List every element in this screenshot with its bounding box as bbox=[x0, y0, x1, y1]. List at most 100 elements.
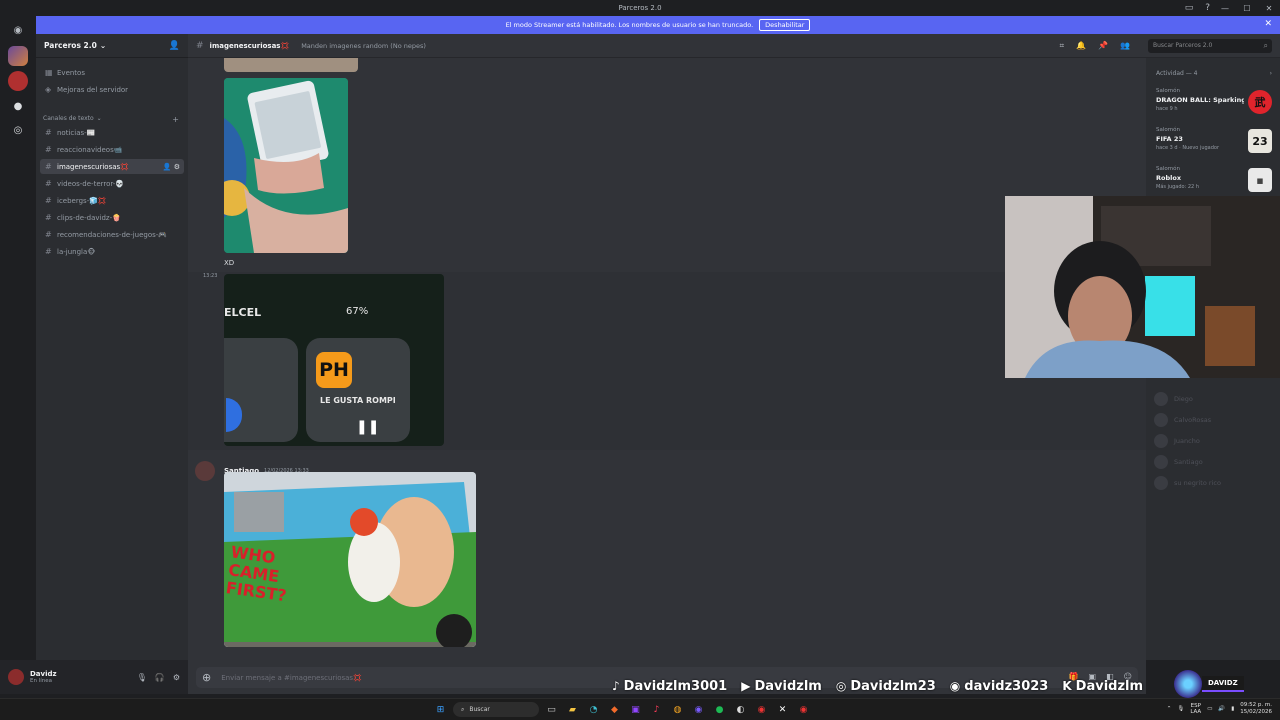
category-header[interactable]: Canales de texto ⌄ + bbox=[43, 115, 179, 124]
chevron-right-icon[interactable]: › bbox=[1270, 70, 1272, 77]
image-attachment[interactable] bbox=[224, 58, 358, 72]
search-input[interactable]: Buscar Parceros 2.0 ⌕ bbox=[1148, 39, 1272, 53]
channel-clips-de-davidz[interactable]: # clips-de-davidz-🍿 bbox=[40, 210, 184, 225]
app-icon-red[interactable]: ◉ bbox=[753, 701, 770, 718]
app-icon[interactable]: ◍ bbox=[669, 701, 686, 718]
channel-label: clips-de-davidz-🍿 bbox=[57, 213, 121, 222]
hash-icon: # bbox=[45, 145, 52, 154]
add-channel-icon[interactable]: + bbox=[172, 115, 179, 124]
battery-icon[interactable]: ▮ bbox=[1231, 706, 1234, 712]
bell-icon[interactable]: 🔔 bbox=[1076, 41, 1086, 51]
time-label: 09:52 p. m. bbox=[1240, 702, 1272, 708]
activity-card[interactable]: Salomón FIFA 23 hace 3 d · Nuevo jugador… bbox=[1156, 127, 1272, 163]
server-icon-parceros[interactable] bbox=[8, 46, 28, 66]
server-icon-2[interactable] bbox=[8, 71, 28, 91]
task-view-icon[interactable]: ▭ bbox=[543, 701, 560, 718]
chevron-down-icon: ⌄ bbox=[96, 115, 102, 122]
clock[interactable]: 09:52 p. m. 15/02/2026 bbox=[1240, 702, 1272, 716]
app-icon: PH bbox=[316, 352, 352, 388]
explore-icon[interactable]: ◎ bbox=[8, 120, 28, 140]
channel-la-jungla[interactable]: # la-jungla🐵 bbox=[40, 244, 184, 259]
edge-icon[interactable]: ◔ bbox=[585, 701, 602, 718]
chevron-up-icon[interactable]: ⌃ bbox=[1167, 706, 1172, 712]
member-name: CalvoRosas bbox=[1174, 416, 1212, 424]
avatar[interactable] bbox=[8, 669, 24, 685]
sidebar-item-label: Mejoras del servidor bbox=[57, 85, 129, 94]
boost-icon: ◈ bbox=[45, 85, 52, 94]
microphone-icon[interactable]: 🎙 bbox=[137, 673, 147, 682]
gear-icon[interactable]: ⚙ bbox=[173, 673, 180, 682]
invite-people-icon[interactable]: 👤 bbox=[169, 41, 180, 51]
hash-icon: # bbox=[45, 247, 52, 256]
add-attachment-icon[interactable]: ⊕ bbox=[202, 671, 211, 684]
sidebar-item-boosts[interactable]: ◈ Mejoras del servidor bbox=[40, 82, 184, 97]
image-attachment[interactable]: ELCEL 67% PH LE GUSTA ROMPI ❚❚ bbox=[224, 274, 444, 446]
channel-icebergs[interactable]: # icebergs-🧊💢 bbox=[40, 193, 184, 208]
avatar[interactable] bbox=[195, 461, 215, 481]
category-label: Canales de texto bbox=[43, 115, 94, 122]
server-header[interactable]: Parceros 2.0 ⌄ 👤 bbox=[36, 34, 188, 58]
inbox-icon[interactable]: ▭ bbox=[1185, 3, 1194, 13]
windows-start-icon[interactable]: ⊞ bbox=[432, 701, 449, 718]
user-name: Davidz bbox=[30, 670, 57, 678]
streamer-brand: DAVIDZ bbox=[1174, 670, 1260, 698]
help-icon[interactable]: ? bbox=[1205, 3, 1210, 13]
brave-icon[interactable]: ◆ bbox=[606, 701, 623, 718]
close-window-button[interactable]: ✕ bbox=[1258, 0, 1280, 16]
sidebar-item-events[interactable]: ▦ Eventos bbox=[40, 65, 184, 80]
channel-imagenescuriosas[interactable]: # imagenescuriosas💢 👤 ⚙ bbox=[40, 159, 184, 174]
threads-icon[interactable]: ⌗ bbox=[1060, 41, 1065, 51]
member-item[interactable]: CalvoRosas bbox=[1154, 413, 1211, 427]
disable-streamer-button[interactable]: Deshabilitar bbox=[759, 19, 811, 31]
discord-label: davidz3023 bbox=[964, 678, 1049, 694]
member-item[interactable]: Santiago bbox=[1154, 455, 1203, 469]
twitch-icon[interactable]: ▣ bbox=[627, 701, 644, 718]
stream-social-overlay: ♪ Davidzlm3001 ▶ Davidzlm ◎ Davidzlm23 ◉ dav… bbox=[612, 674, 1143, 698]
discord-home-icon[interactable]: ◉ bbox=[8, 20, 28, 40]
tiktok-app-icon[interactable]: ♪ bbox=[648, 701, 665, 718]
spotify-icon[interactable]: ● bbox=[711, 701, 728, 718]
member-item[interactable]: Juancho bbox=[1154, 434, 1200, 448]
gear-icon[interactable]: ⚙ bbox=[174, 163, 180, 171]
channel-label: imagenescuriosas💢 bbox=[57, 162, 129, 171]
maximize-button[interactable]: ☐ bbox=[1236, 0, 1258, 16]
app-icon-red-2[interactable]: ◉ bbox=[795, 701, 812, 718]
channel-title: imagenescuriosas💢 bbox=[209, 41, 290, 50]
capcut-icon[interactable]: ✕ bbox=[774, 701, 791, 718]
channel-header: # imagenescuriosas💢 Manden imagenes rand… bbox=[188, 34, 1280, 58]
member-name: Santiago bbox=[1174, 458, 1203, 466]
headphones-icon[interactable]: 🎧 bbox=[155, 673, 165, 682]
minimize-button[interactable]: — bbox=[1214, 0, 1236, 16]
window-controls: — ☐ ✕ bbox=[1214, 0, 1280, 16]
invite-icon[interactable]: 👤 bbox=[163, 163, 172, 171]
brand-tag: DAVIDZ bbox=[1202, 676, 1244, 692]
file-explorer-icon[interactable]: ▰ bbox=[564, 701, 581, 718]
channel-noticias[interactable]: # noticias-📰 bbox=[40, 125, 184, 140]
channel-recomendaciones[interactable]: # recomendaciones-de-juegos-🎮 bbox=[40, 227, 184, 242]
obs-icon[interactable]: ◉ bbox=[690, 701, 707, 718]
activity-card[interactable]: Salomón DRAGON BALL: Sparking! ... hace … bbox=[1156, 88, 1272, 124]
taskbar-search[interactable]: ⌕ Buscar bbox=[453, 702, 539, 717]
channel-reaccionavideos[interactable]: # reaccionavideos📹 bbox=[40, 142, 184, 157]
kick-handle: K Davidzlm bbox=[1062, 679, 1143, 694]
network-icon[interactable]: ▭ bbox=[1207, 706, 1212, 712]
webcam-feed bbox=[1005, 196, 1280, 378]
activity-header: Actividad — 4 › bbox=[1156, 70, 1272, 77]
add-server-icon[interactable]: ● bbox=[8, 96, 28, 116]
steam-icon[interactable]: ◐ bbox=[732, 701, 749, 718]
phone-photo bbox=[224, 78, 348, 253]
members-icon[interactable]: 👥 bbox=[1120, 41, 1130, 51]
channel-label: icebergs-🧊💢 bbox=[57, 196, 107, 205]
pin-icon[interactable]: 📌 bbox=[1098, 41, 1108, 51]
speaker-icon[interactable]: 🔊 bbox=[1218, 706, 1225, 712]
language-indicator[interactable]: ESP LAA bbox=[1190, 703, 1201, 715]
taskbar-search-label: Buscar bbox=[469, 706, 490, 713]
instagram-label: Davidzlm23 bbox=[850, 678, 936, 694]
member-item[interactable]: Diego bbox=[1154, 392, 1193, 406]
close-icon[interactable]: ✕ bbox=[1264, 19, 1272, 29]
member-item[interactable]: su negrito rico bbox=[1154, 476, 1221, 490]
microphone-icon[interactable]: 🎙 bbox=[1177, 706, 1184, 712]
image-attachment[interactable] bbox=[224, 78, 348, 253]
image-attachment[interactable]: WHO CAME FIRST? bbox=[224, 472, 476, 647]
channel-videos-de-terror[interactable]: # videos-de-terror-💀 bbox=[40, 176, 184, 191]
